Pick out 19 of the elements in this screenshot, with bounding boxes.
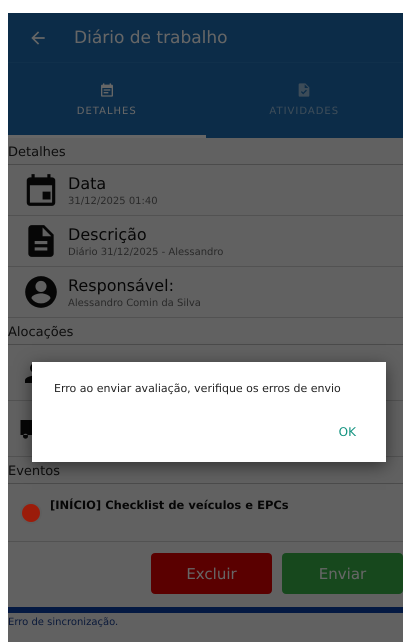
tab[interactable]: DETALHES [8,63,206,138]
person-icon [22,273,60,311]
field-label: Descrição [68,224,148,244]
field-value: Alessandro Comin da Silva [68,298,201,308]
field-label: Data [68,174,108,192]
delete-button[interactable]: Excluir [151,553,272,594]
field-value: 31/12/2025 01:40 [68,196,158,206]
field-label: Responsável: [68,276,175,294]
section-heading: Alocações [8,318,403,345]
send-button[interactable]: Enviar [282,553,403,594]
event-title[interactable]: [INÍCIO] Checklist de veículos e EPCs [50,498,289,512]
field-value: Diário 31/12/2025 - Alessandro [68,246,224,258]
section-heading: Detalhes [8,138,403,165]
calendar-icon [98,82,115,98]
status-text: Erro de sincronização. [8,616,120,628]
ok-button[interactable]: OK [330,421,364,443]
truck-icon [20,420,32,442]
screen-title: Diário de trabalho [74,28,228,48]
dialog-message: Erro ao enviar avaliação, verifique os erros de envio [54,382,342,395]
